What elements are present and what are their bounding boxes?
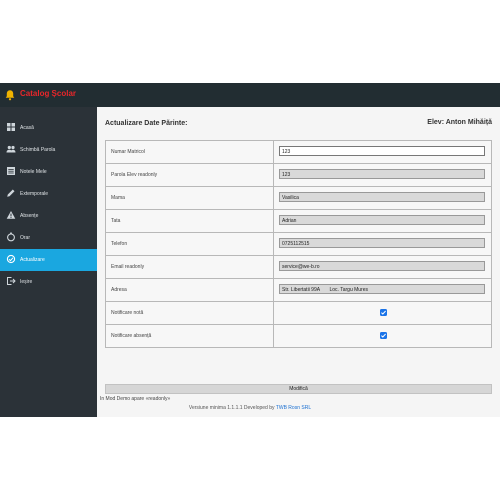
form-row-email: Email readonly service@we-b.ro: [105, 256, 492, 279]
tata-input[interactable]: Adrian: [279, 215, 485, 225]
notificare-nota-checkbox[interactable]: [380, 309, 387, 316]
field-label: Notificare absență: [111, 333, 152, 339]
form-row-notificare-nota: Notificare notă: [105, 302, 492, 325]
logout-icon: [7, 277, 16, 285]
numar-matricol-input[interactable]: 123: [279, 146, 485, 156]
field-label: Adresa: [111, 287, 127, 293]
column-divider: [273, 210, 274, 232]
column-divider: [273, 302, 274, 324]
footer-link[interactable]: TWB Rosn SRL: [276, 405, 311, 411]
sidebar-item-label: Notele Mele: [20, 169, 47, 175]
column-divider: [273, 256, 274, 278]
pencil-icon: [7, 189, 15, 197]
sidebar-item-label: Schimbă Parola: [20, 147, 56, 153]
adresa-input[interactable]: Str. Libertatii 99A Loc. Targu Mures: [279, 284, 485, 294]
form-row-telefon: Telefon 0725112515: [105, 233, 492, 256]
field-label: Telefon: [111, 241, 128, 247]
sidebar-item-label: Ieșire: [20, 279, 33, 285]
sidebar-item-iesire[interactable]: Ieșire: [0, 271, 97, 293]
adresa-street: Str. Libertatii 99A: [282, 287, 321, 293]
sidebar-item-absente[interactable]: Absențe: [0, 205, 97, 227]
modifica-button[interactable]: Modifică: [105, 384, 492, 394]
column-divider: [273, 164, 274, 186]
users-icon: [6, 145, 16, 153]
list-icon: [7, 167, 15, 175]
mama-input[interactable]: Vasilica: [279, 192, 485, 202]
sidebar-item-extemporale[interactable]: Extemporale: [0, 183, 97, 205]
form-row-adresa: Adresa Str. Libertatii 99A Loc. Targu Mu…: [105, 279, 492, 302]
demo-note: In Mod Demo apare «readonly»: [100, 396, 171, 402]
parent-form: Numar Matricol 123 Parola Elev readonly …: [105, 140, 492, 348]
column-divider: [273, 141, 274, 163]
parola-elev-input[interactable]: 123: [279, 169, 485, 179]
field-label: Numar Matricol: [111, 149, 145, 155]
column-divider: [273, 325, 274, 347]
column-divider: [273, 233, 274, 255]
field-label: Email readonly: [111, 264, 145, 270]
form-row-notificare-absenta: Notificare absență: [105, 325, 492, 348]
field-label: Parola Elev readonly: [111, 172, 158, 178]
footer-text: Versiune minima 1.1.1.1 Developed by: [188, 405, 275, 411]
top-bar: Catalog Școlar: [0, 83, 500, 107]
app-title: Catalog Școlar: [20, 89, 77, 98]
telefon-input[interactable]: 0725112515: [279, 238, 485, 248]
clock-icon: [7, 232, 15, 242]
check-icon: [381, 310, 386, 315]
form-row-parola-elev: Parola Elev readonly 123: [105, 164, 492, 187]
student-name: Elev: Anton Mihăiță: [427, 119, 492, 126]
app-window: Catalog Școlar Acasă Schimbă Parola Note…: [0, 83, 500, 417]
field-label: Notificare notă: [111, 310, 144, 316]
adresa-city: Loc. Targu Mures: [329, 287, 369, 293]
form-row-mama: Mama Vasilica: [105, 187, 492, 210]
notificare-absenta-checkbox[interactable]: [380, 332, 387, 339]
warning-icon: [6, 211, 16, 219]
sidebar-item-notele-mele[interactable]: Notele Mele: [0, 161, 97, 183]
form-row-numar-matricol: Numar Matricol 123: [105, 140, 492, 164]
refresh-icon: [6, 254, 16, 264]
sidebar-item-label: Actualizare: [20, 257, 45, 263]
field-label: Mama: [111, 195, 125, 201]
column-divider: [273, 279, 274, 301]
sidebar-item-orar[interactable]: Orar: [0, 227, 97, 249]
sidebar-item-label: Absențe: [20, 213, 39, 219]
sidebar-item-acasa[interactable]: Acasă: [0, 117, 97, 139]
main-content: Actualizare Date Părinte: Elev: Anton Mi…: [97, 107, 500, 417]
bell-icon: [5, 90, 15, 101]
sidebar-item-label: Orar: [20, 235, 30, 241]
field-label: Tata: [111, 218, 121, 224]
page-title: Actualizare Date Părinte:: [105, 120, 188, 127]
sidebar-item-label: Extemporale: [20, 191, 49, 197]
grid-icon: [7, 123, 15, 131]
form-row-tata: Tata Adrian: [105, 210, 492, 233]
sidebar-item-actualizare[interactable]: Actualizare: [0, 249, 97, 271]
check-icon: [381, 333, 386, 338]
column-divider: [273, 187, 274, 209]
footer: Versiune minima 1.1.1.1 Developed by TWB…: [0, 405, 500, 411]
sidebar: Acasă Schimbă Parola Notele Mele Extempo…: [0, 107, 97, 417]
sidebar-item-schimba-parola[interactable]: Schimbă Parola: [0, 139, 97, 161]
email-input[interactable]: service@we-b.ro: [279, 261, 485, 271]
sidebar-item-label: Acasă: [20, 125, 34, 131]
